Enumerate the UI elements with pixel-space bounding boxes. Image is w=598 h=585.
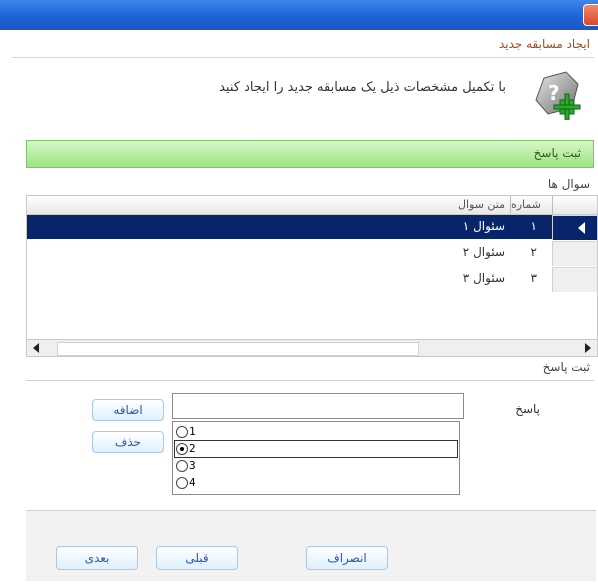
table-row[interactable]: ۳ سئوال ۳ xyxy=(27,267,597,292)
answer-input[interactable] xyxy=(172,393,464,419)
option-label: 1 xyxy=(189,425,196,438)
grid-header: شماره متن سوال xyxy=(27,196,597,215)
instruction-text: با تکمیل مشخصات ذیل یک مسابقه جدید را ای… xyxy=(219,80,506,95)
row-indicator[interactable] xyxy=(552,241,597,266)
radio-button-checked[interactable] xyxy=(176,443,188,455)
answer-option[interactable]: 3 xyxy=(175,458,457,474)
question-number: ۳ xyxy=(530,271,537,285)
question-number: ۲ xyxy=(530,245,537,259)
delete-answer-button[interactable]: حذف xyxy=(92,431,164,453)
answer-label: پاسخ xyxy=(515,402,540,416)
question-text: سئوال ۳ xyxy=(462,271,505,285)
option-label: 4 xyxy=(189,476,196,489)
divider xyxy=(26,380,594,381)
answer-section-caption: ثبت پاسخ xyxy=(542,360,590,374)
radio-button[interactable] xyxy=(176,477,188,489)
cancel-button[interactable]: انصراف xyxy=(306,546,388,570)
questions-grid[interactable]: شماره متن سوال ۱ سئوال ۱ ۲ سئوال ۲ ۳ سئو… xyxy=(26,195,598,357)
header-divider xyxy=(510,196,511,214)
question-number: ۱ xyxy=(530,219,537,233)
divider xyxy=(12,57,594,58)
dialog-heading: ایجاد مسابقه جدید xyxy=(498,37,590,51)
answer-option[interactable]: 4 xyxy=(175,475,457,491)
scroll-right-icon[interactable] xyxy=(585,343,591,353)
question-add-icon: ? xyxy=(535,71,581,120)
scroll-left-icon[interactable] xyxy=(33,343,39,353)
radio-button[interactable] xyxy=(176,460,188,472)
previous-button[interactable]: قبلی xyxy=(156,546,238,570)
column-header-number[interactable]: شماره xyxy=(511,198,541,211)
option-label: 3 xyxy=(189,459,196,472)
grid-caption: سوال ها xyxy=(547,177,590,191)
close-icon[interactable] xyxy=(583,4,598,26)
current-row-arrow-icon xyxy=(578,222,585,234)
scroll-thumb[interactable] xyxy=(57,342,419,356)
column-header-text[interactable]: متن سوال xyxy=(458,198,505,211)
answer-option[interactable]: 1 xyxy=(175,424,457,440)
answer-options-list[interactable]: 1 2 3 4 xyxy=(172,421,460,495)
table-row[interactable]: ۱ سئوال ۱ xyxy=(27,215,597,240)
wizard-window: ایجاد مسابقه جدید با تکمیل مشخصات ذیل یک… xyxy=(0,0,598,585)
next-button[interactable]: بعدی xyxy=(56,546,138,570)
footer: بعدی قبلی انصراف xyxy=(26,510,596,581)
header-divider xyxy=(552,196,553,214)
section-bar: ثبت پاسخ xyxy=(26,140,594,168)
radio-button[interactable] xyxy=(176,426,188,438)
svg-text:?: ? xyxy=(548,81,560,105)
question-text: سئوال ۲ xyxy=(462,245,505,259)
row-indicator[interactable] xyxy=(552,267,597,292)
question-text: سئوال ۱ xyxy=(462,219,505,233)
option-label: 2 xyxy=(189,442,196,455)
section-title: ثبت پاسخ xyxy=(533,146,581,160)
add-answer-button[interactable]: اضافه xyxy=(92,399,164,421)
horizontal-scrollbar[interactable] xyxy=(27,339,597,356)
row-indicator[interactable] xyxy=(552,215,597,240)
title-bar[interactable] xyxy=(0,0,598,30)
table-row[interactable]: ۲ سئوال ۲ xyxy=(27,241,597,266)
answer-option[interactable]: 2 xyxy=(174,440,458,458)
